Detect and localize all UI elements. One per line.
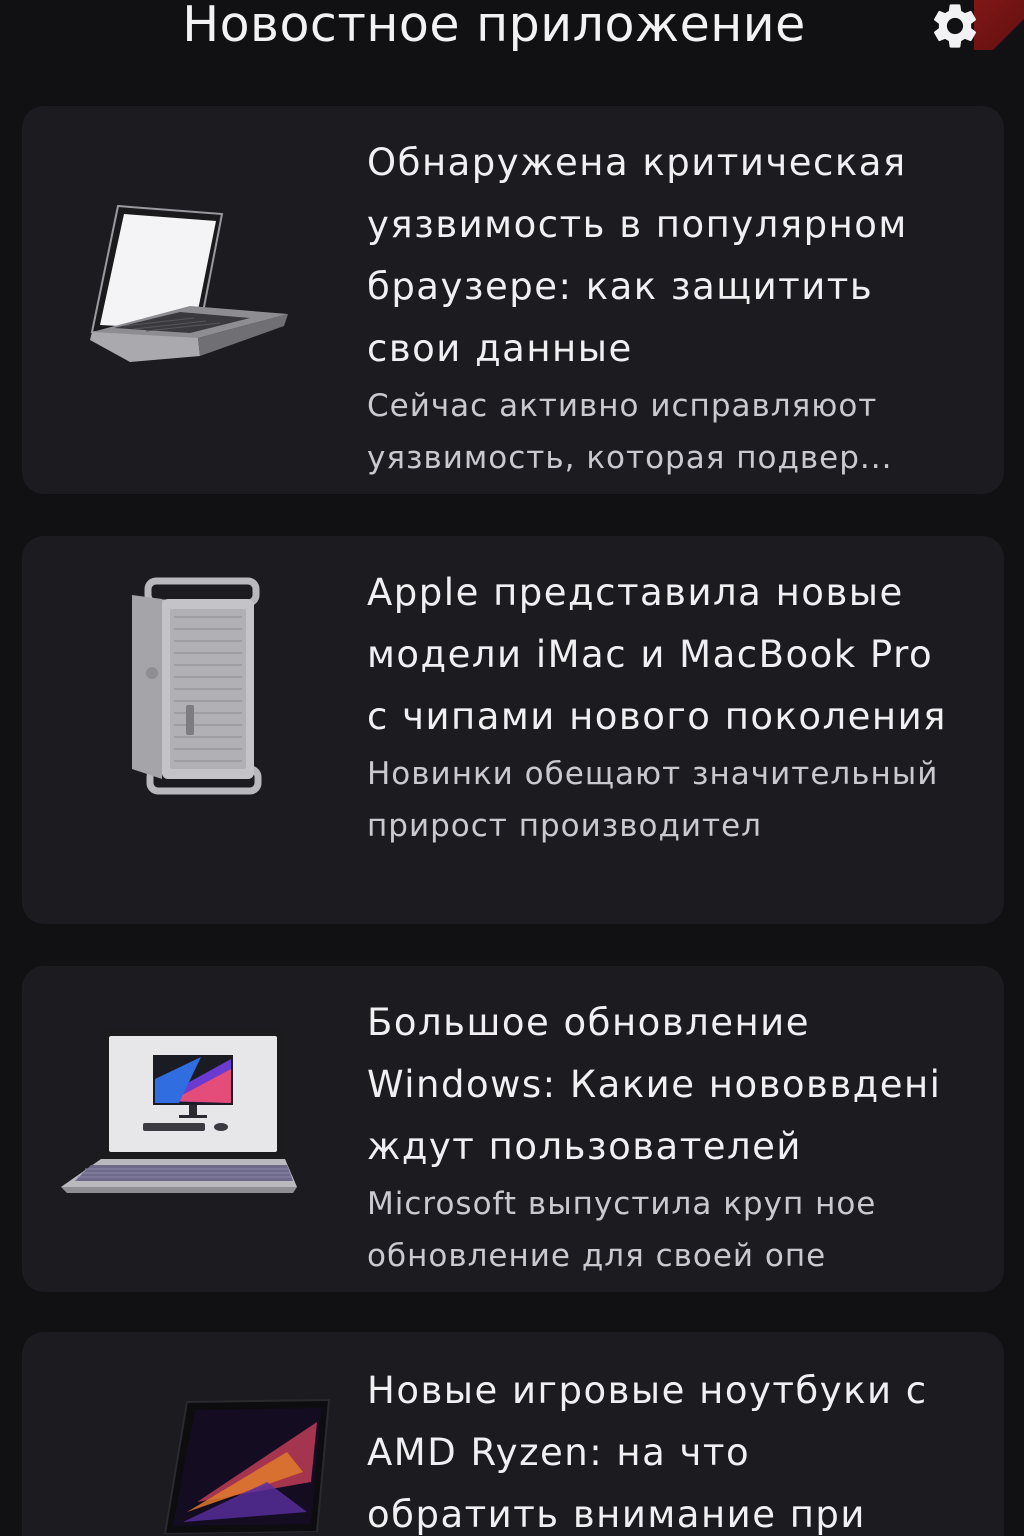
gaming-laptop-icon <box>154 1398 331 1536</box>
app-header: Новостное приложение <box>0 0 1024 70</box>
article-text: Обнаружена критическая уязвимость в попу… <box>367 132 947 484</box>
article-text: Apple представила новые модели iMac и Ma… <box>367 562 947 852</box>
article-title: Новые игровые ноутбуки с AMD Ryzen: на ч… <box>367 1369 928 1536</box>
article-title: Большое обновление Windows: Какие нововв… <box>367 1001 942 1168</box>
gear-icon <box>933 4 977 48</box>
news-app-screen: Новостное приложение Обнаружена критичес… <box>0 0 1024 1536</box>
article-thumbnail <box>40 164 340 424</box>
article-text: Новые игровые ноутбуки с AMD Ryzen: на ч… <box>367 1360 947 1536</box>
article-summary: Сейчас активно исправляюот уязвимость, к… <box>367 388 893 476</box>
news-card[interactable]: Обнаружена критическая уязвимость в попу… <box>22 106 1004 494</box>
laptop-silver-icon <box>90 204 288 362</box>
laptop-with-desktop-icon <box>61 1029 297 1193</box>
article-thumbnail <box>36 984 336 1244</box>
article-text: Большое обновление Windows: Какие нововв… <box>367 992 947 1282</box>
news-card[interactable]: Новые игровые ноутбуки с AMD Ryzen: на ч… <box>22 1332 1004 1536</box>
news-card[interactable]: Apple представила новые модели iMac и Ma… <box>22 536 1004 924</box>
article-thumbnail <box>40 558 340 818</box>
news-card[interactable]: Большое обновление Windows: Какие нововв… <box>22 966 1004 1292</box>
article-summary: Microsoft выпустила круп ное обновление … <box>367 1186 877 1274</box>
article-thumbnail <box>52 1352 352 1536</box>
page-title: Новостное приложение <box>182 0 806 53</box>
tower-computer-icon <box>132 577 262 795</box>
article-summary: Новинки обещают значительный прирост про… <box>367 756 939 844</box>
article-title: Apple представила новые модели iMac и Ma… <box>367 571 947 738</box>
article-title: Обнаружена критическая уязвимость в попу… <box>367 141 908 370</box>
settings-button[interactable] <box>926 0 984 52</box>
